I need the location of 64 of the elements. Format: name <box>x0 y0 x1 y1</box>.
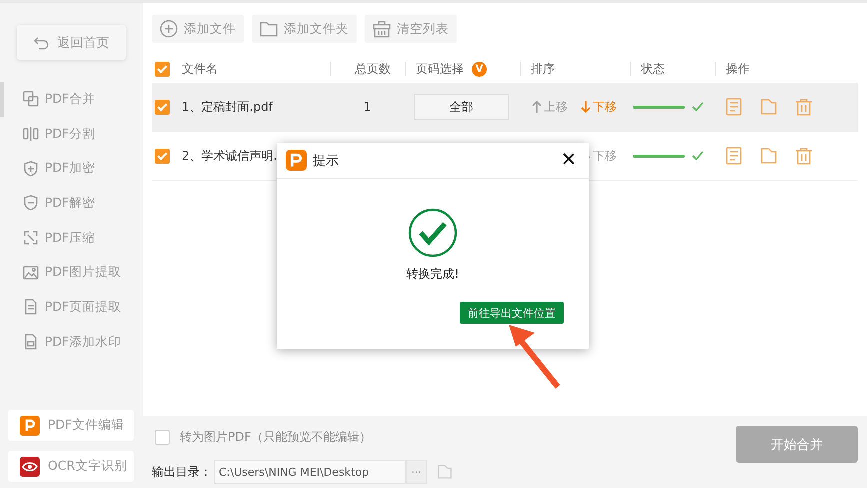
column-header: 排序 <box>531 60 555 78</box>
toolbar-button[interactable]: 添加文件夹 <box>252 15 357 43</box>
sidebar-item[interactable]: PDF合并 <box>0 82 143 117</box>
sidebar-item[interactable]: PDF添加水印 <box>0 324 143 360</box>
file-name: 1、定稿封面.pdf <box>182 98 273 116</box>
document-stamp-icon <box>23 334 39 350</box>
sidebar-item[interactable]: PDF分割 <box>0 116 143 152</box>
option-label: 转为图片PDF（只能预览不能编辑） <box>180 429 372 446</box>
move-down-button[interactable]: 下移 <box>581 98 617 116</box>
app-button[interactable]: OCR文字识别 <box>8 451 134 482</box>
column-header: 页码选择 <box>416 60 464 78</box>
column-header: 状态 <box>641 60 665 78</box>
page-range-button[interactable]: 全部 <box>414 94 509 120</box>
trash-icon[interactable] <box>795 98 813 116</box>
open-output-folder-button[interactable]: 前往导出文件位置 <box>460 302 564 324</box>
up-arrow-icon <box>532 100 542 114</box>
start-merge-button[interactable]: 开始合并 <box>736 426 858 463</box>
output-path-field[interactable]: C:\Users\NING MEI\Desktop <box>214 460 406 484</box>
split-icon <box>23 126 39 142</box>
sidebar-item[interactable]: PDF页面提取 <box>0 290 143 325</box>
image-icon <box>23 264 39 281</box>
down-arrow-icon <box>581 100 591 114</box>
dialog-message: 转换完成! <box>406 266 460 283</box>
vip-badge: V <box>472 62 487 76</box>
row-checkbox[interactable] <box>155 148 170 164</box>
plus-circle-icon <box>160 20 178 38</box>
dialog-title: 提示 <box>313 152 339 170</box>
sidebar-item[interactable]: PDF解密 <box>0 186 143 221</box>
trash-icon[interactable] <box>795 147 813 165</box>
folder-icon[interactable] <box>437 464 453 480</box>
column-header: 操作 <box>726 60 750 78</box>
overlap-squares-icon <box>23 91 39 108</box>
app-button[interactable]: PDF文件编辑 <box>8 410 134 441</box>
sidebar-item[interactable]: PDF加密 <box>0 151 143 186</box>
document-icon <box>23 299 39 316</box>
image-pdf-checkbox[interactable] <box>155 430 170 445</box>
document-icon[interactable] <box>725 147 743 165</box>
p-logo-icon <box>286 150 307 171</box>
p-logo-icon <box>20 416 40 436</box>
close-button[interactable]: ✕ <box>559 151 579 170</box>
return-arrow-icon <box>34 34 50 50</box>
basket-icon <box>373 20 391 38</box>
sidebar-item[interactable]: PDF压缩 <box>0 220 143 256</box>
column-header: 文件名 <box>182 60 218 78</box>
file-name: 2、学术诚信声明. <box>182 148 278 164</box>
folder-icon <box>260 20 278 38</box>
row-checkbox[interactable] <box>155 100 170 114</box>
browse-button[interactable]: ··· <box>406 460 427 484</box>
output-label: 输出目录： <box>152 464 212 480</box>
toolbar-button[interactable]: 添加文件 <box>152 15 244 43</box>
document-icon[interactable] <box>725 98 743 116</box>
folder-icon[interactable] <box>760 98 778 116</box>
compress-icon <box>23 230 39 246</box>
toolbar-button[interactable]: 清空列表 <box>365 15 457 43</box>
check-circle-icon <box>408 208 458 258</box>
column-header: 总页数 <box>355 60 391 78</box>
folder-icon[interactable] <box>760 147 778 165</box>
page-count: 1 <box>364 100 372 114</box>
back-home-button[interactable]: 返回首页 <box>17 25 126 60</box>
sidebar-item[interactable]: PDF图片提取 <box>0 255 143 290</box>
eye-logo-icon <box>20 456 40 476</box>
select-all-checkbox[interactable] <box>155 62 170 76</box>
shield-plus-icon <box>23 160 39 177</box>
shield-minus-icon <box>23 195 39 212</box>
